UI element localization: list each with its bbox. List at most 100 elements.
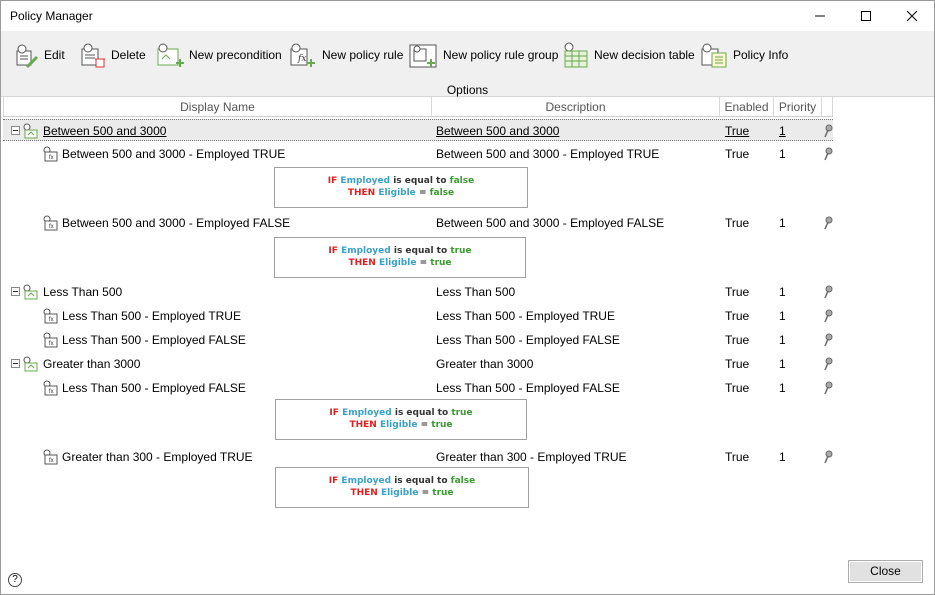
row-priority: 1	[779, 381, 786, 395]
svg-text:fx: fx	[49, 317, 54, 323]
maximize-icon	[861, 11, 871, 21]
title-bar: Policy Manager	[1, 1, 934, 31]
table-row[interactable]: fx Between 500 and 3000 - Employed FALSE…	[3, 212, 833, 234]
table-row[interactable]: Between 500 and 3000 Between 500 and 300…	[3, 119, 833, 141]
row-priority: 1	[779, 124, 786, 138]
table-row[interactable]: fx Less Than 500 - Employed FALSE Less T…	[3, 329, 833, 351]
pin-icon[interactable]	[823, 357, 833, 371]
rule-preview: IF Employed is equal to true THEN Eligib…	[275, 399, 527, 440]
row-display-name: Greater than 3000	[43, 357, 141, 371]
row-description: Between 500 and 3000	[436, 124, 560, 138]
pin-icon[interactable]	[823, 381, 833, 395]
new-precondition-button[interactable]: New precondition	[156, 39, 282, 71]
table-row[interactable]: Less Than 500 Less Than 500 True 1	[3, 281, 833, 303]
close-icon	[907, 11, 917, 21]
then-operator: =	[418, 188, 427, 198]
new-precondition-icon	[157, 43, 184, 67]
pin-icon[interactable]	[823, 147, 833, 161]
column-header-priority[interactable]: Priority	[774, 97, 822, 117]
row-display-name: Between 500 and 3000	[43, 124, 167, 138]
svg-text:fx: fx	[49, 341, 54, 347]
pin-icon[interactable]	[823, 333, 833, 347]
table-row[interactable]: fx Less Than 500 - Employed FALSE Less T…	[3, 377, 833, 399]
then-variable: Eligible	[378, 258, 417, 268]
row-description: Greater than 300 - Employed TRUE	[436, 450, 627, 464]
new-precondition-label: New precondition	[189, 48, 282, 62]
new-policy-rule-group-button[interactable]: New policy rule group	[408, 39, 558, 71]
row-priority: 1	[779, 285, 786, 299]
svg-text:fx: fx	[49, 458, 54, 464]
policy-rule-icon: fx	[43, 449, 58, 465]
collapse-toggle[interactable]	[11, 287, 20, 296]
new-policy-rule-icon: fx	[290, 43, 315, 67]
rule-value: false	[449, 176, 475, 186]
window-title: Policy Manager	[10, 9, 93, 23]
if-keyword: IF	[328, 476, 339, 486]
rule-operator: is equal to	[393, 246, 448, 256]
delete-label: Delete	[111, 48, 146, 62]
minimize-icon	[815, 15, 825, 17]
edit-button[interactable]: Edit	[13, 39, 65, 71]
row-enabled: True	[725, 357, 750, 371]
close-window-button[interactable]	[889, 1, 935, 31]
policy-info-icon	[701, 43, 727, 68]
rule-variable: Employed	[340, 176, 391, 186]
row-enabled: True	[725, 285, 750, 299]
then-keyword: THEN	[350, 488, 378, 498]
table-row[interactable]: Greater than 3000 Greater than 3000 True…	[3, 353, 833, 375]
close-button[interactable]: Close	[848, 560, 923, 583]
table-row[interactable]: fx Between 500 and 3000 - Employed TRUE …	[3, 143, 833, 165]
policy-manager-window: Policy Manager Edit Delete New precondit…	[0, 0, 935, 595]
column-header-enabled[interactable]: Enabled	[720, 97, 774, 117]
row-priority: 1	[779, 357, 786, 371]
row-enabled: True	[725, 450, 750, 464]
delete-icon	[81, 43, 105, 68]
pin-icon[interactable]	[823, 450, 833, 464]
then-value: false	[429, 188, 455, 198]
then-value: true	[430, 258, 452, 268]
row-enabled: True	[725, 147, 750, 161]
maximize-button[interactable]	[843, 1, 889, 31]
ribbon-group-label: Options	[446, 83, 489, 97]
row-priority: 1	[779, 309, 786, 323]
help-icon[interactable]: ?	[8, 573, 22, 587]
policy-rule-icon: fx	[43, 332, 58, 348]
then-variable: Eligible	[378, 188, 416, 198]
row-display-name: Between 500 and 3000 - Employed FALSE	[62, 216, 291, 230]
row-display-name: Between 500 and 3000 - Employed TRUE	[62, 147, 286, 161]
rule-operator: is equal to	[394, 476, 448, 486]
policy-rule-icon: fx	[43, 215, 58, 231]
minimize-button[interactable]	[797, 1, 843, 31]
pin-icon[interactable]	[823, 216, 833, 230]
row-enabled: True	[725, 333, 750, 347]
collapse-toggle[interactable]	[11, 126, 20, 135]
pin-icon[interactable]	[823, 309, 833, 323]
policy-info-button[interactable]: Policy Info	[700, 39, 788, 71]
then-keyword: THEN	[349, 420, 377, 430]
pin-icon[interactable]	[823, 124, 833, 138]
delete-button[interactable]: Delete	[80, 39, 146, 71]
then-value: true	[432, 488, 454, 498]
then-keyword: THEN	[347, 188, 376, 198]
new-decision-table-label: New decision table	[594, 48, 695, 62]
rule-variable: Employed	[342, 408, 392, 418]
row-display-name: Less Than 500	[43, 285, 123, 299]
then-variable: Eligible	[380, 488, 419, 498]
new-policy-rule-button[interactable]: fx New policy rule	[289, 39, 403, 71]
then-keyword: THEN	[348, 258, 376, 268]
policy-rule-icon: fx	[43, 146, 58, 162]
new-decision-table-button[interactable]: New decision table	[561, 39, 695, 71]
if-keyword: IF	[328, 246, 338, 256]
column-header-description[interactable]: Description	[432, 97, 720, 117]
row-priority: 1	[779, 216, 786, 230]
row-description: Less Than 500 - Employed TRUE	[436, 309, 615, 323]
table-row[interactable]: fx Less Than 500 - Employed TRUE Less Th…	[3, 305, 833, 327]
column-header-display-name[interactable]: Display Name	[3, 97, 432, 117]
collapse-toggle[interactable]	[11, 359, 20, 368]
row-description: Less Than 500 - Employed FALSE	[436, 333, 620, 347]
policy-group-icon	[23, 123, 38, 139]
pin-icon[interactable]	[823, 285, 833, 299]
policy-group-icon	[23, 284, 38, 300]
row-display-name: Less Than 500 - Employed FALSE	[62, 333, 246, 347]
table-row[interactable]: fx Greater than 300 - Employed TRUE Grea…	[3, 446, 833, 468]
